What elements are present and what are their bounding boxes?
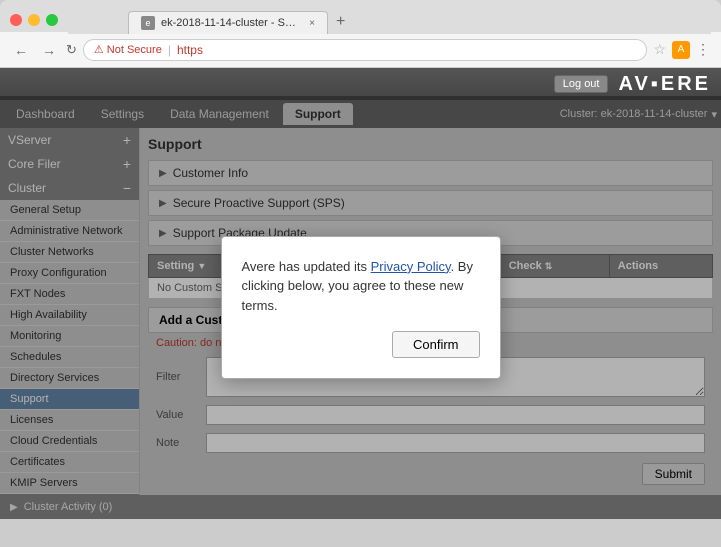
modal-footer: Confirm [242,331,480,358]
close-button[interactable] [10,14,22,26]
bookmark-icon[interactable]: ☆ [653,41,666,58]
url-field[interactable]: ⚠ Not Secure | https [83,39,648,61]
not-secure-label: Not Secure [107,44,162,56]
https-prefix: https [177,43,203,57]
tab-favicon: e [141,16,155,30]
browser-tab[interactable]: e ek-2018-11-14-cluster - Supp… × [128,11,328,34]
confirm-button[interactable]: Confirm [392,331,480,358]
tab-close-button[interactable]: × [309,18,315,29]
modal-overlay: Avere has updated its Privacy Policy. By… [0,96,721,519]
minimize-button[interactable] [28,14,40,26]
privacy-policy-modal: Avere has updated its Privacy Policy. By… [221,236,501,380]
warning-icon: ⚠ [94,43,104,56]
browser-menu-icon[interactable]: ⋮ [696,41,711,58]
modal-text-before: Avere has updated its [242,259,371,274]
maximize-button[interactable] [46,14,58,26]
security-badge: ⚠ Not Secure [94,43,162,56]
address-bar: ← → ↻ ⚠ Not Secure | https ☆ A ⋮ [0,32,721,68]
tab-label: ek-2018-11-14-cluster - Supp… [161,17,299,29]
back-button[interactable]: ← [10,40,32,60]
extensions-area: A ⋮ [672,41,711,59]
privacy-policy-link[interactable]: Privacy Policy [371,259,451,274]
extension-icon[interactable]: A [672,41,690,59]
modal-text: Avere has updated its Privacy Policy. By… [242,257,480,316]
extension-label: A [678,44,685,55]
new-tab-button[interactable]: + [328,10,353,34]
avere-logo: AV▪ERE [618,73,711,96]
forward-button[interactable]: → [38,40,60,60]
logout-button[interactable]: Log out [554,75,609,93]
reload-button[interactable]: ↻ [66,42,77,58]
traffic-lights [10,14,58,26]
